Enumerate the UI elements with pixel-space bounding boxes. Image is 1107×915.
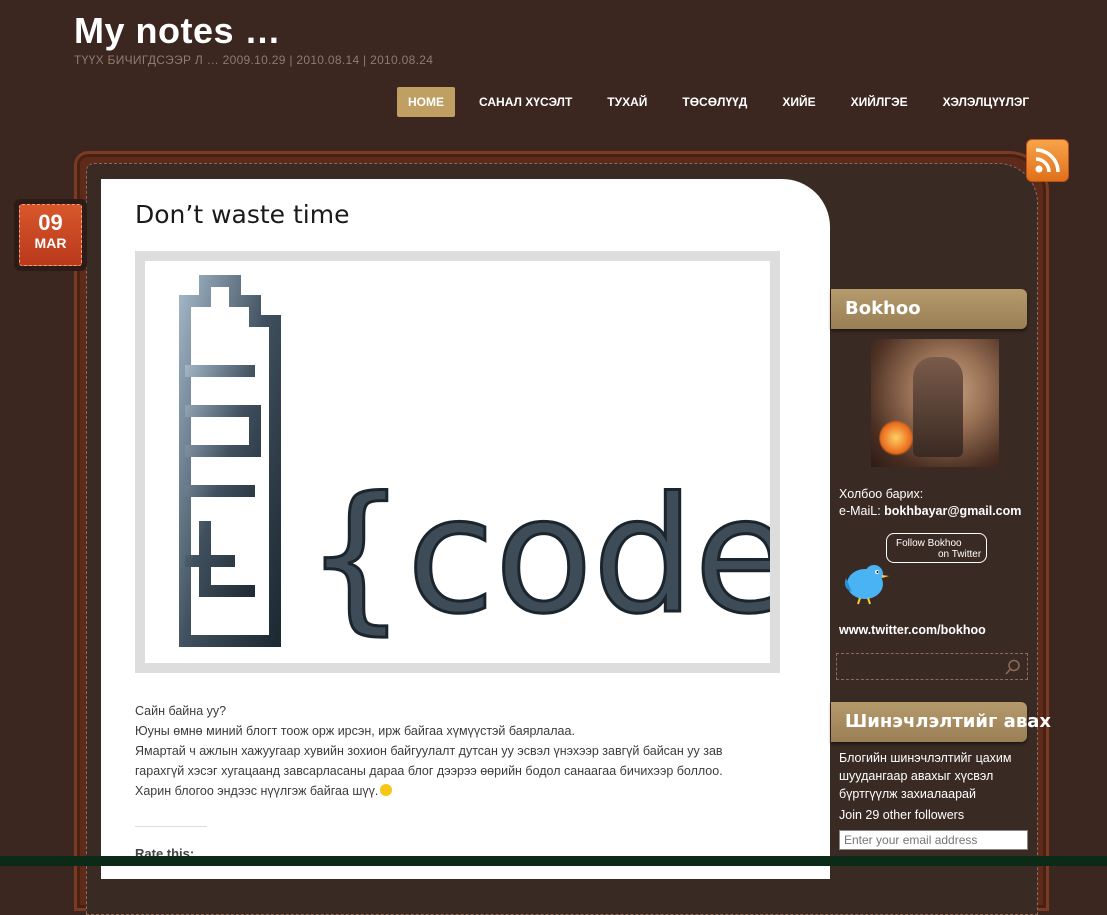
profile-widget-title: Bokhoo bbox=[845, 298, 921, 319]
subscribe-description: Блогийн шинэчлэлтийг цахим шуудангаар ав… bbox=[839, 751, 1012, 801]
email-prefix: e-MaiL: bbox=[839, 504, 885, 518]
avatar[interactable] bbox=[871, 339, 999, 467]
os-taskbar bbox=[0, 856, 1107, 866]
post-body: Сайн байна уу? Юуны өмнө миний блогт тоо… bbox=[135, 701, 755, 801]
nav-item-discussion[interactable]: ХЭЛЭЛЦҮҮЛЭГ bbox=[932, 87, 1041, 117]
avatar-figure bbox=[913, 357, 963, 457]
avatar-fire bbox=[879, 419, 913, 457]
coder-logo-text: {coder} bbox=[305, 462, 770, 649]
post-paragraph: Юуны өмнө миний блогт тоож орж ирсэн, ир… bbox=[135, 724, 575, 738]
twitter-bird-icon[interactable] bbox=[840, 558, 890, 606]
email-line: e-MaiL: bokhbayar@gmail.com bbox=[839, 503, 1021, 520]
rss-icon[interactable] bbox=[1026, 139, 1069, 182]
coder-logo-image: {coder} bbox=[179, 275, 962, 651]
site-title[interactable]: My notes … bbox=[74, 10, 281, 52]
date-day: 09 bbox=[38, 210, 63, 235]
follow-line-2: on Twitter bbox=[938, 549, 982, 560]
post-paragraph: Ямартай ч ажлын хажуугаар хувийн зохион … bbox=[135, 744, 723, 778]
date-month: MAR bbox=[34, 235, 67, 251]
post-title[interactable]: Don’t waste time bbox=[135, 200, 350, 229]
follow-line-1: Follow Bokhoo bbox=[896, 538, 962, 549]
email-subscribe-input[interactable] bbox=[839, 830, 1028, 850]
twitter-link[interactable]: www.twitter.com/bokhoo bbox=[839, 622, 986, 639]
nav-item-about[interactable]: ТУХАЙ bbox=[596, 87, 658, 117]
site-description: ТҮҮХ БИЧИГДСЭЭР Л … 2009.10.29 | 2010.08… bbox=[74, 53, 434, 67]
profile-widget-header: Bokhoo bbox=[831, 289, 1027, 329]
follow-twitter-button[interactable]: Follow Bokhoo on Twitter bbox=[886, 533, 987, 563]
smiley-icon bbox=[380, 784, 393, 796]
subscribe-widget-title: Шинэчлэлтийг авах bbox=[845, 711, 1051, 732]
nav-item-make[interactable]: ХИЙЛГЭЕ bbox=[840, 87, 919, 117]
post-paragraph-text: Харин блогоо эндээс нүүлгэж байгаа шүү. bbox=[135, 784, 379, 798]
contact-label: Холбоо барих: bbox=[839, 487, 924, 501]
main-nav: HOME САНАЛ ХҮСЭЛТ ТУХАЙ ТӨСӨЛҮҮД ХИЙЕ ХИ… bbox=[397, 87, 1053, 117]
nav-item-projects[interactable]: ТӨСӨЛҮҮД bbox=[671, 87, 758, 117]
followers-count: Join 29 other followers bbox=[839, 808, 965, 822]
search-input[interactable] bbox=[836, 653, 1028, 680]
post-paragraph: Харин блогоо эндээс нүүлгэж байгаа шүү. bbox=[135, 781, 755, 801]
post-paragraph: Сайн байна уу? bbox=[135, 704, 227, 718]
search-icon[interactable] bbox=[1005, 659, 1021, 675]
email-link[interactable]: bokhbayar@gmail.com bbox=[884, 504, 1021, 518]
post-image: {coder} bbox=[135, 251, 962, 673]
nav-item-feedback[interactable]: САНАЛ ХҮСЭЛТ bbox=[468, 87, 583, 117]
post-date-badge: 09 MAR bbox=[14, 199, 87, 271]
subscribe-widget-header: Шинэчлэлтийг авах bbox=[831, 702, 1051, 742]
rate-divider bbox=[135, 826, 207, 827]
nav-item-home[interactable]: HOME bbox=[397, 87, 455, 117]
nav-item-do[interactable]: ХИЙЕ bbox=[771, 87, 826, 117]
